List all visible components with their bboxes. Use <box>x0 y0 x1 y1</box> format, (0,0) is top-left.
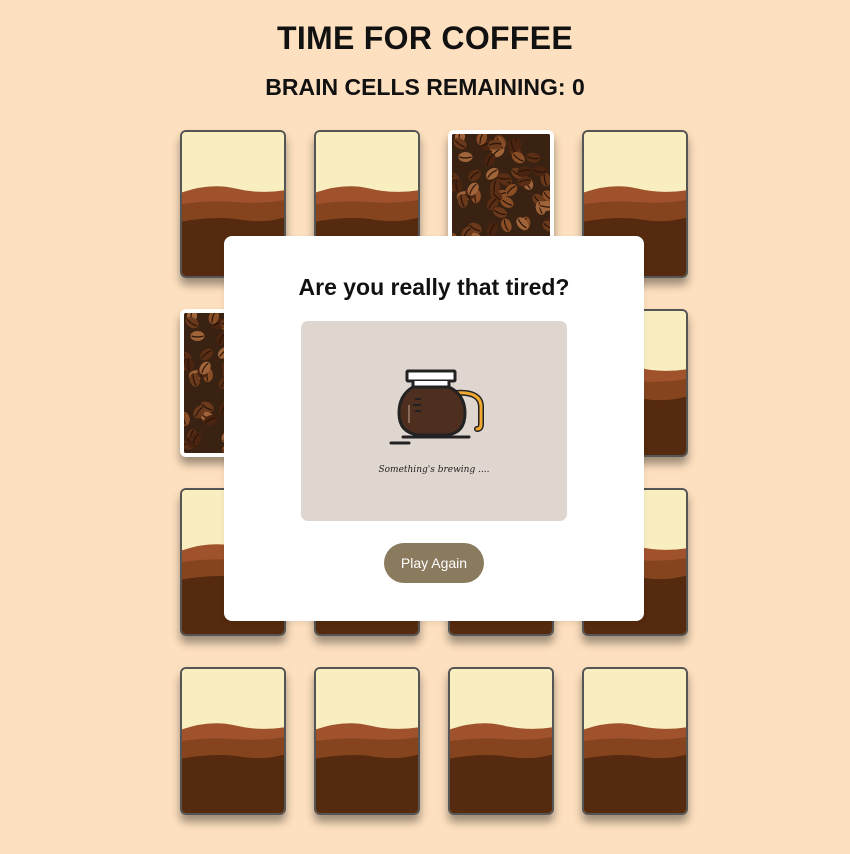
score-value: 0 <box>571 74 585 100</box>
memory-card[interactable] <box>314 667 420 815</box>
memory-card[interactable] <box>180 667 286 815</box>
score-display: BRAIN CELLS REMAINING: 0 <box>0 74 850 101</box>
card-back-art <box>584 669 686 813</box>
score-label: BRAIN CELLS REMAINING: <box>265 74 566 100</box>
brewing-caption: Something's brewing .... <box>378 465 490 475</box>
memory-card[interactable] <box>582 667 688 815</box>
game-over-modal: Are you really that tired? Something's b… <box>224 236 644 621</box>
card-back-art <box>316 669 418 813</box>
coffee-pot-icon <box>389 369 484 445</box>
card-back-art <box>450 669 552 813</box>
brewing-animation: Something's brewing .... <box>301 321 567 521</box>
card-back-art <box>182 669 284 813</box>
page-title: TIME FOR COFFEE <box>276 20 574 56</box>
memory-card[interactable] <box>448 667 554 815</box>
modal-title: Are you really that tired? <box>298 274 570 300</box>
play-again-button[interactable]: Play Again <box>384 543 484 583</box>
game-page: TIME FOR COFFEE BRAIN CELLS REMAINING: 0… <box>0 0 850 854</box>
